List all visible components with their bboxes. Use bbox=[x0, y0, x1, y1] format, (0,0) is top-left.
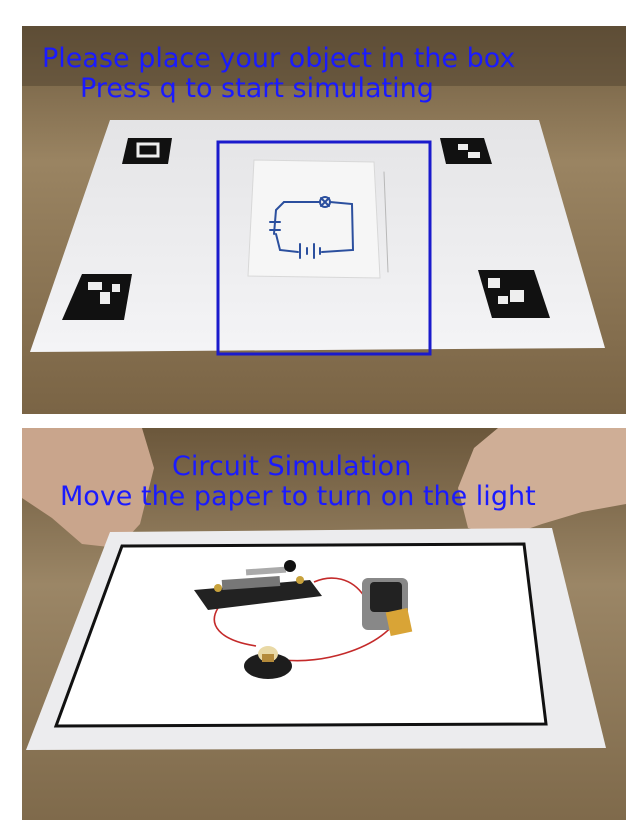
simulation-title: Circuit Simulation bbox=[172, 451, 412, 482]
camera-view-placement: Please place your object in the box Pres… bbox=[22, 26, 626, 414]
aruco-marker-icon bbox=[122, 138, 172, 164]
instruction-line-2: Press q to start simulating bbox=[80, 73, 434, 104]
simulation-area bbox=[53, 542, 548, 728]
battery-holder-icon bbox=[362, 578, 413, 637]
camera-view-simulation: Circuit Simulation Move the paper to tur… bbox=[22, 428, 626, 820]
instruction-line-1: Please place your object in the box bbox=[42, 43, 516, 74]
sketch-paper bbox=[247, 159, 381, 279]
aruco-marker-icon bbox=[440, 138, 492, 164]
simulation-instruction: Move the paper to turn on the light bbox=[60, 481, 536, 512]
